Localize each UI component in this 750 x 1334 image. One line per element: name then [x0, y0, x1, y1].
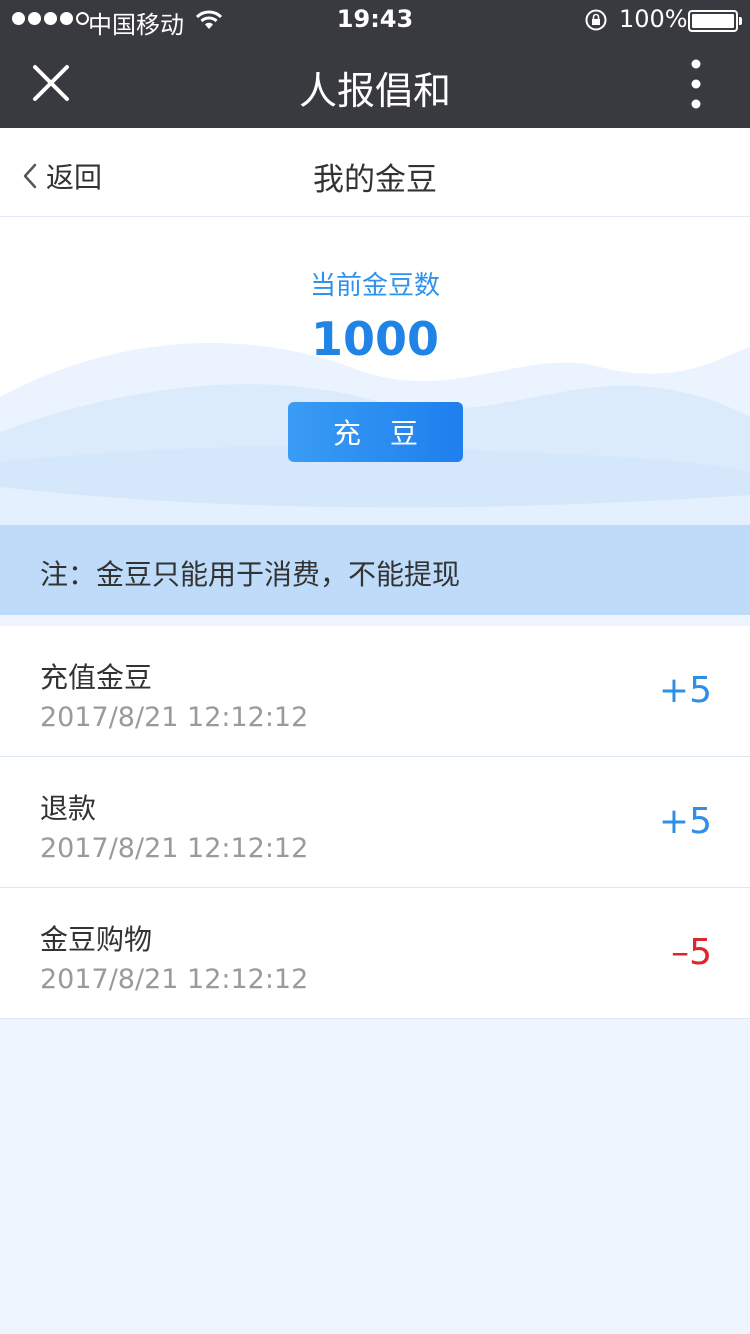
transaction-row[interactable]: 金豆购物 2017/8/21 12:12:12 –5 — [0, 888, 750, 1019]
transaction-amount: +5 — [658, 670, 712, 711]
transaction-date: 2017/8/21 12:12:12 — [40, 833, 309, 864]
battery-icon — [688, 10, 742, 32]
transaction-list: 充值金豆 2017/8/21 12:12:12 +5 退款 2017/8/21 … — [0, 626, 750, 1019]
app-title: 人报倡和 — [298, 69, 451, 113]
rotation-lock-icon — [584, 8, 608, 38]
recharge-button[interactable]: 充 豆 — [288, 402, 463, 462]
notice-banner: 注：金豆只能用于消费，不能提现 — [0, 525, 750, 615]
transaction-row[interactable]: 退款 2017/8/21 12:12:12 +5 — [0, 757, 750, 888]
transaction-title: 充值金豆 — [40, 661, 153, 694]
transaction-amount: +5 — [658, 801, 712, 842]
more-vertical-icon — [691, 59, 701, 109]
wechat-top-bar: 中国移动 19:43 100% 人报倡和 — [0, 0, 750, 128]
notice-text: 注：金豆只能用于消费，不能提现 — [40, 558, 461, 591]
balance-panel: 当前金豆数 1000 充 豆 — [0, 217, 750, 525]
transaction-title: 退款 — [40, 792, 97, 825]
more-options-button[interactable] — [680, 58, 712, 110]
status-bar: 中国移动 19:43 100% — [0, 0, 750, 40]
page-title: 我的金豆 — [313, 162, 437, 198]
balance-label: 当前金豆数 — [309, 271, 440, 301]
transaction-row[interactable]: 充值金豆 2017/8/21 12:12:12 +5 — [0, 626, 750, 757]
transaction-date: 2017/8/21 12:12:12 — [40, 702, 309, 733]
battery-percent: 100% — [619, 5, 688, 33]
transaction-amount: –5 — [671, 932, 712, 973]
transaction-title: 金豆购物 — [40, 923, 153, 956]
balance-value: 1000 — [310, 312, 440, 366]
page-header: 返回 我的金豆 — [0, 128, 750, 217]
transaction-date: 2017/8/21 12:12:12 — [40, 964, 309, 995]
wave-background — [0, 343, 750, 525]
